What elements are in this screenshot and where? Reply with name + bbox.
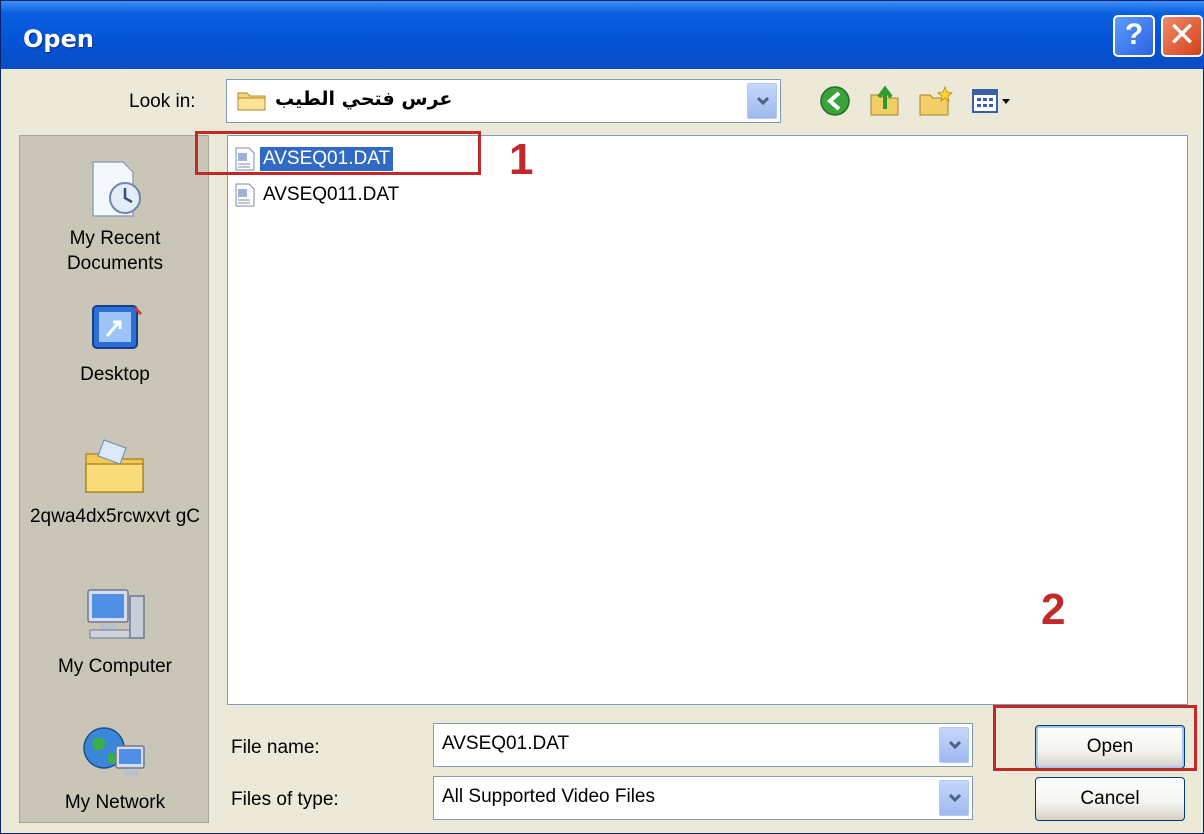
place-desktop[interactable]: Desktop — [20, 300, 208, 387]
close-button[interactable]: ✕ — [1161, 15, 1203, 57]
look-in-label: Look in: — [129, 91, 196, 112]
file-type-value: All Supported Video Files — [442, 786, 655, 807]
recent-documents-icon — [92, 161, 141, 217]
annotation-number-2: 2 — [1041, 585, 1066, 634]
file-item[interactable]: AVSEQ011.DAT — [234, 182, 402, 208]
folder-icon — [85, 439, 144, 493]
chevron-down-icon[interactable] — [939, 780, 969, 816]
up-folder-icon[interactable] — [867, 83, 903, 119]
folder-icon — [237, 92, 266, 111]
annotation-number-1: 1 — [509, 135, 534, 184]
desktop-icon — [92, 305, 143, 349]
computer-icon — [87, 589, 145, 639]
place-label: My Computer — [57, 656, 173, 677]
new-folder-icon[interactable] — [917, 83, 955, 119]
file-name: AVSEQ011.DAT — [263, 184, 400, 205]
file-type-dropdown[interactable]: All Supported Video Files — [433, 776, 973, 820]
place-label: Desktop — [80, 364, 150, 385]
places-bar: My Recent Documents Desktop 2qwa4dx5rcwx… — [19, 135, 209, 823]
file-name-value: AVSEQ01.DAT — [442, 733, 570, 754]
look-in-dropdown[interactable]: عرس فتحي الطيب — [226, 79, 781, 123]
file-name-label: File name: — [231, 737, 320, 758]
open-dialog: Open ? ✕ Look in: عرس فتحي الطيب My Rece… — [0, 0, 1204, 834]
annotation-box-1 — [195, 131, 481, 175]
chevron-down-icon[interactable] — [747, 83, 777, 119]
place-recent-documents[interactable]: My Recent Documents — [20, 158, 208, 276]
annotation-box-2 — [993, 705, 1197, 771]
place-label: 2qwa4dx5rcwxvt gC — [29, 506, 201, 527]
place-label: My Network — [64, 792, 166, 813]
place-user-folder[interactable]: 2qwa4dx5rcwxvt gC — [20, 434, 208, 529]
place-my-computer[interactable]: My Computer — [20, 584, 208, 679]
file-type-label: Files of type: — [231, 789, 339, 810]
help-button[interactable]: ? — [1113, 15, 1155, 57]
look-in-value: عرس فتحي الطيب — [275, 88, 453, 110]
place-label: My Recent Documents — [66, 228, 164, 274]
chevron-down-icon[interactable] — [939, 727, 969, 763]
window-title: Open — [23, 25, 94, 53]
cancel-button[interactable]: Cancel — [1035, 777, 1185, 821]
back-icon[interactable] — [817, 83, 853, 119]
network-icon — [83, 727, 145, 776]
title-bar[interactable]: Open ? ✕ — [1, 1, 1204, 69]
place-my-network[interactable]: My Network — [20, 720, 208, 815]
file-name-field[interactable]: AVSEQ01.DAT — [433, 723, 973, 767]
dat-file-icon — [235, 183, 255, 207]
views-menu-icon[interactable] — [969, 83, 1019, 119]
